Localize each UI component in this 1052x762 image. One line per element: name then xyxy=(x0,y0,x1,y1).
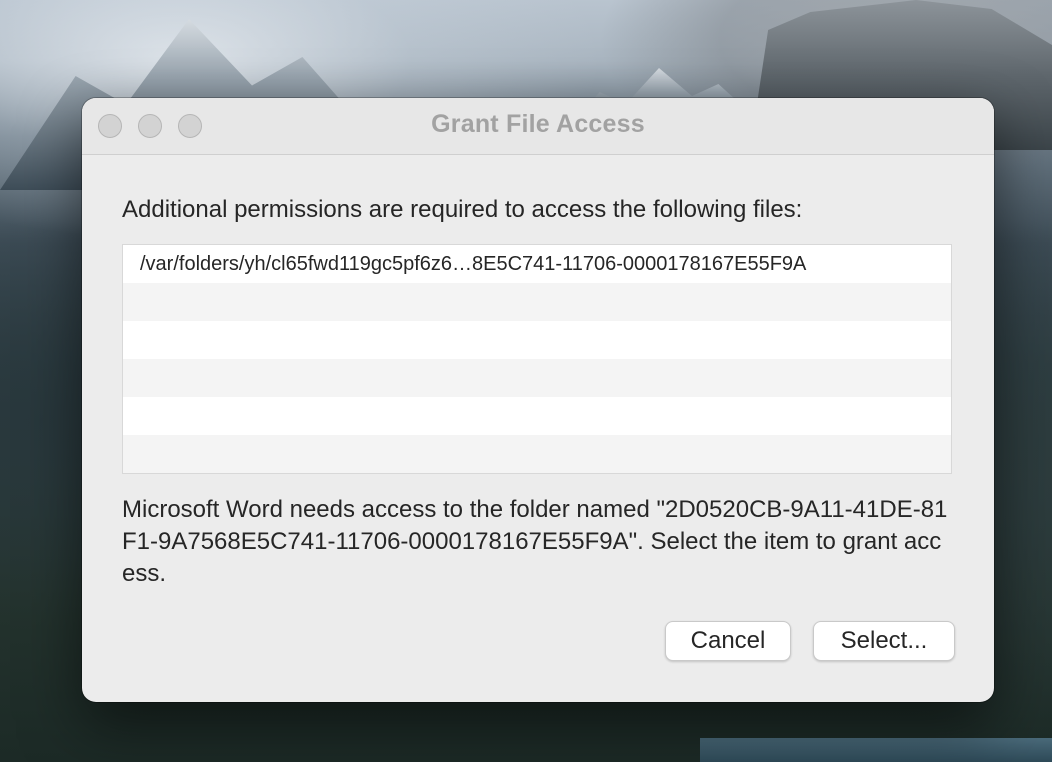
wallpaper-water xyxy=(700,738,1052,762)
file-list: /var/folders/yh/cl65fwd119gc5pf6z6…8E5C7… xyxy=(122,244,952,474)
access-message: Microsoft Word needs access to the folde… xyxy=(122,496,948,587)
file-list-item xyxy=(123,435,951,473)
permissions-prompt: Additional permissions are required to a… xyxy=(122,196,803,223)
file-list-item[interactable]: /var/folders/yh/cl65fwd119gc5pf6z6…8E5C7… xyxy=(123,245,951,283)
select-button[interactable]: Select... xyxy=(813,621,955,661)
cancel-button[interactable]: Cancel xyxy=(665,621,791,661)
file-list-item xyxy=(123,359,951,397)
titlebar: Grant File Access xyxy=(82,98,994,155)
file-list-item xyxy=(123,397,951,435)
file-list-item xyxy=(123,283,951,321)
grant-file-access-dialog: Grant File Access Additional permissions… xyxy=(82,98,994,702)
file-list-item xyxy=(123,321,951,359)
window-title: Grant File Access xyxy=(431,110,645,138)
